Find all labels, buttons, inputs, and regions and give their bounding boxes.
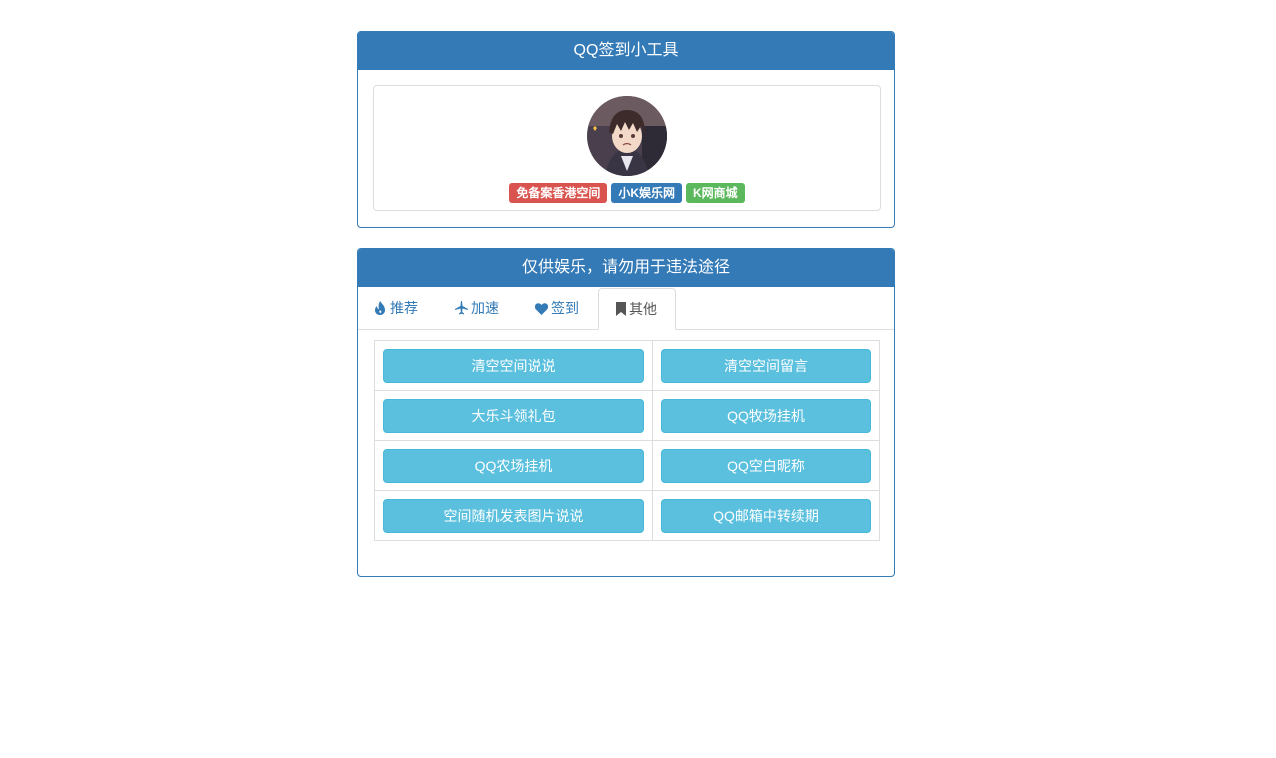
plane-icon	[455, 301, 468, 315]
clear-shuoshuo-button[interactable]: 清空空间说说	[383, 348, 644, 383]
tools-panel: 仅供娱乐，请勿用于违法途径 推荐 加速 签到 其他 清空空间说说 清空空间留言 …	[357, 248, 895, 577]
tab-label: 签到	[551, 300, 579, 316]
blank-nickname-button[interactable]: QQ空白昵称	[661, 448, 871, 483]
tool-button-grid: 清空空间说说 清空空间留言 大乐斗领礼包 QQ牧场挂机 QQ农场挂机 QQ空白昵…	[374, 340, 880, 541]
link-badges: 免备案香港空间 小K娱乐网 K网商城	[374, 183, 880, 203]
badge-k-mall[interactable]: K网商城	[686, 183, 745, 203]
fire-icon	[375, 301, 385, 315]
panel-title: 仅供娱乐，请勿用于违法途径	[358, 249, 894, 287]
qq-ranch-button[interactable]: QQ牧场挂机	[661, 398, 871, 433]
profile-card: 免备案香港空间 小K娱乐网 K网商城	[373, 85, 881, 211]
tab-recommend[interactable]: 推荐	[374, 288, 418, 329]
tab-bar: 推荐 加速 签到 其他	[358, 288, 894, 330]
avatar	[587, 96, 667, 176]
mail-relay-renew-button[interactable]: QQ邮箱中转续期	[661, 498, 871, 533]
tab-signin[interactable]: 签到	[534, 288, 579, 329]
tab-label: 推荐	[390, 300, 418, 316]
badge-hk-hosting[interactable]: 免备案香港空间	[509, 183, 608, 203]
badge-xiaok-site[interactable]: 小K娱乐网	[611, 183, 682, 203]
table-row: 空间随机发表图片说说 QQ邮箱中转续期	[374, 490, 880, 541]
qq-farm-button[interactable]: QQ农场挂机	[383, 448, 644, 483]
tab-label: 其他	[629, 301, 657, 317]
daledou-gift-button[interactable]: 大乐斗领礼包	[383, 398, 644, 433]
heart-icon	[534, 303, 549, 315]
table-row: 大乐斗领礼包 QQ牧场挂机	[374, 390, 880, 441]
bookmark-icon	[616, 302, 626, 316]
signin-tool-panel: QQ签到小工具 免备案香港空间 小K娱乐网 K网商城	[357, 31, 895, 228]
table-row: 清空空间说说 清空空间留言	[374, 340, 880, 391]
table-row: QQ农场挂机 QQ空白昵称	[374, 440, 880, 491]
random-photo-post-button[interactable]: 空间随机发表图片说说	[383, 498, 644, 533]
tab-other[interactable]: 其他	[598, 288, 676, 330]
tab-speedup[interactable]: 加速	[455, 288, 499, 329]
panel-title: QQ签到小工具	[358, 32, 894, 70]
tab-label: 加速	[471, 300, 499, 316]
clear-messages-button[interactable]: 清空空间留言	[661, 348, 871, 383]
